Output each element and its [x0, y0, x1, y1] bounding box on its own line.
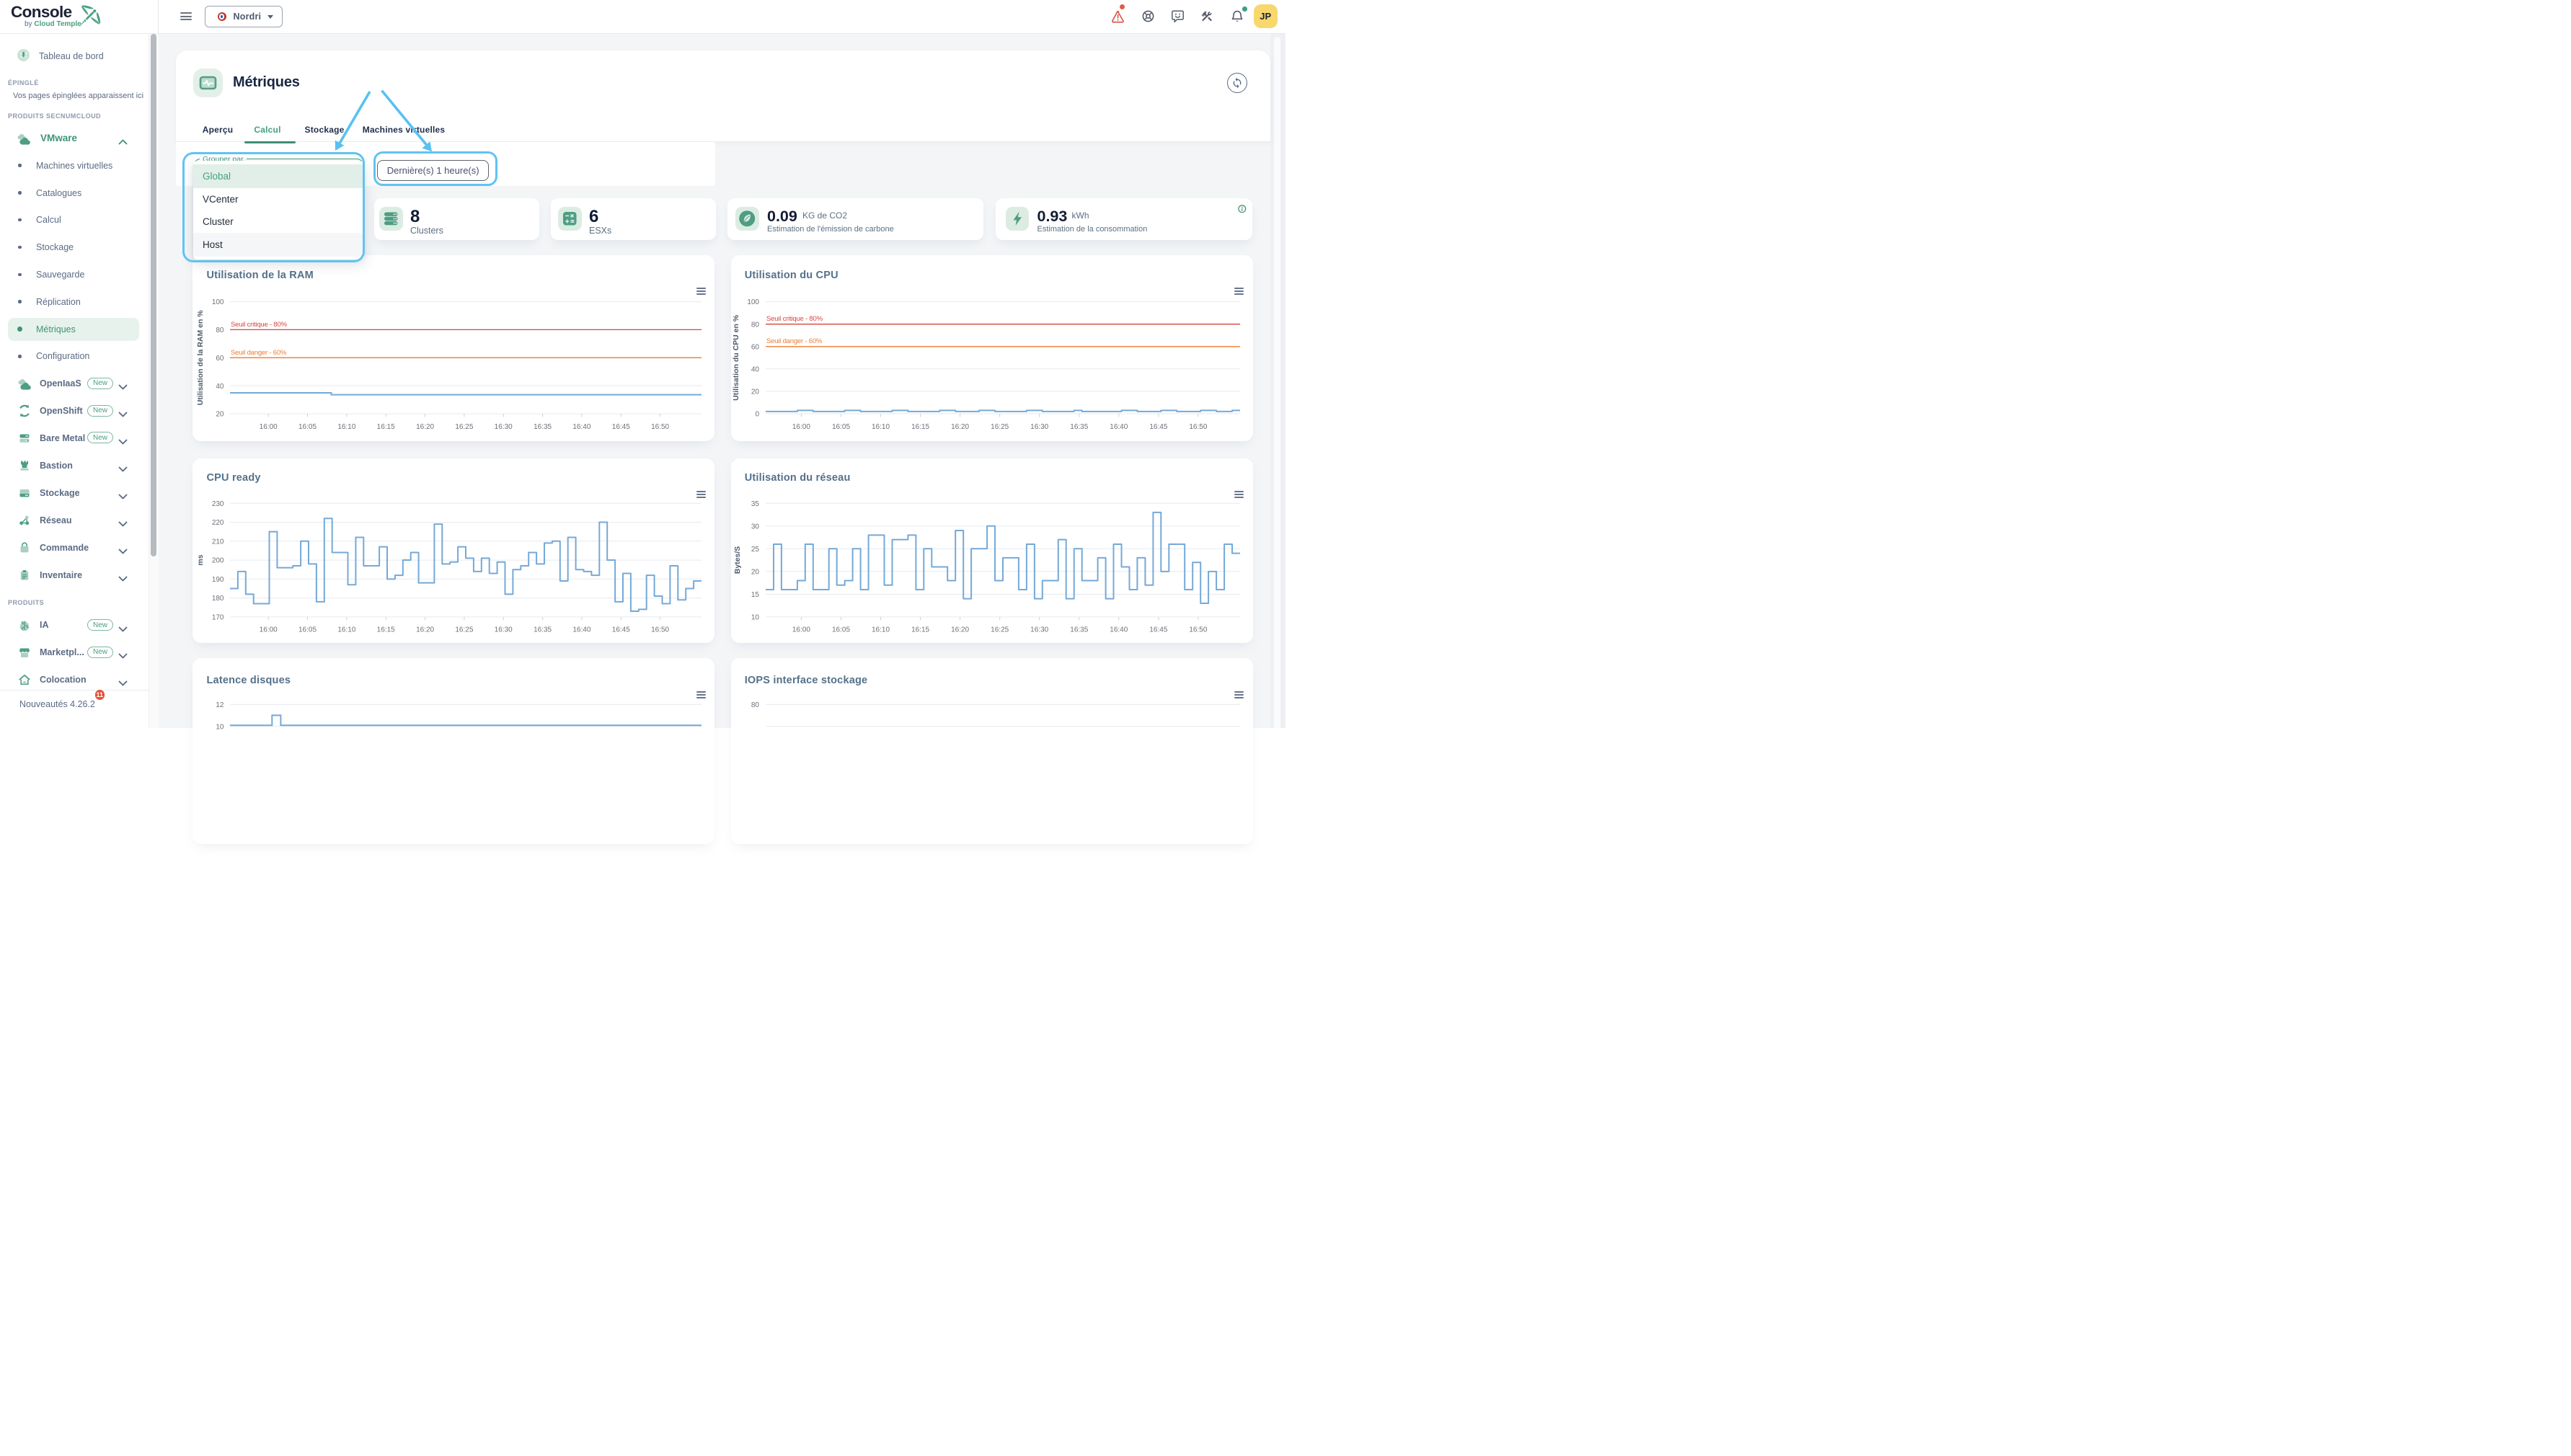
svg-text:16:20: 16:20	[416, 423, 434, 431]
svg-text:16:10: 16:10	[337, 626, 355, 634]
svg-text:190: 190	[212, 576, 224, 584]
svg-text:Utilisation de la RAM en %: Utilisation de la RAM en %	[196, 310, 205, 406]
svg-text:16:20: 16:20	[951, 626, 969, 634]
svg-text:16:25: 16:25	[455, 423, 473, 431]
svg-text:16:30: 16:30	[1030, 423, 1048, 431]
svg-text:220: 220	[212, 519, 224, 527]
svg-text:Seuil critique - 80%: Seuil critique - 80%	[231, 321, 288, 329]
svg-text:Seuil critique - 80%: Seuil critique - 80%	[766, 315, 823, 323]
svg-text:16:10: 16:10	[337, 423, 355, 431]
svg-text:170: 170	[212, 614, 224, 622]
svg-text:16:30: 16:30	[1030, 626, 1048, 634]
svg-text:16:25: 16:25	[991, 423, 1009, 431]
svg-text:16:35: 16:35	[534, 626, 552, 634]
svg-text:20: 20	[751, 568, 760, 576]
svg-text:200: 200	[212, 557, 224, 565]
svg-text:180: 180	[212, 595, 224, 603]
svg-text:16:10: 16:10	[872, 626, 890, 634]
svg-text:0: 0	[755, 411, 759, 419]
svg-text:60: 60	[751, 343, 760, 351]
svg-text:230: 230	[212, 500, 224, 508]
svg-text:16:15: 16:15	[377, 423, 395, 431]
svg-text:16:05: 16:05	[298, 626, 317, 634]
svg-text:16:30: 16:30	[495, 626, 513, 634]
svg-text:16:50: 16:50	[651, 423, 669, 431]
svg-text:16:45: 16:45	[1149, 626, 1167, 634]
svg-text:35: 35	[751, 500, 760, 508]
svg-text:80: 80	[751, 321, 760, 329]
svg-text:Utilisation du CPU en %: Utilisation du CPU en %	[732, 314, 740, 401]
svg-text:16:40: 16:40	[572, 626, 590, 634]
svg-text:16:20: 16:20	[951, 423, 969, 431]
svg-text:16:50: 16:50	[1189, 626, 1207, 634]
svg-text:16:00: 16:00	[260, 423, 278, 431]
svg-text:16:25: 16:25	[455, 626, 473, 634]
svg-text:15: 15	[751, 591, 760, 599]
svg-text:16:45: 16:45	[612, 423, 630, 431]
svg-text:16:40: 16:40	[572, 423, 590, 431]
svg-text:Bytes/S: Bytes/S	[733, 546, 742, 574]
svg-text:16:30: 16:30	[495, 423, 513, 431]
svg-text:10: 10	[216, 723, 224, 731]
svg-text:60: 60	[216, 355, 224, 363]
svg-text:16:35: 16:35	[1070, 423, 1088, 431]
svg-text:16:15: 16:15	[911, 423, 929, 431]
svg-text:16:25: 16:25	[991, 626, 1009, 634]
svg-text:ms: ms	[196, 554, 205, 565]
svg-text:20: 20	[216, 411, 224, 419]
svg-text:210: 210	[212, 538, 224, 546]
svg-text:16:05: 16:05	[832, 626, 850, 634]
svg-text:16:15: 16:15	[377, 626, 395, 634]
svg-text:10: 10	[751, 614, 760, 622]
svg-text:16:10: 16:10	[872, 423, 890, 431]
svg-text:16:50: 16:50	[651, 626, 669, 634]
svg-text:16:00: 16:00	[260, 626, 278, 634]
svg-text:16:15: 16:15	[911, 626, 929, 634]
svg-text:30: 30	[751, 523, 760, 531]
svg-text:100: 100	[747, 298, 759, 306]
svg-text:Seuil danger - 60%: Seuil danger - 60%	[766, 337, 823, 345]
svg-text:16:50: 16:50	[1189, 423, 1207, 431]
svg-text:16:45: 16:45	[612, 626, 630, 634]
svg-text:Seuil danger - 60%: Seuil danger - 60%	[231, 349, 287, 357]
svg-text:16:00: 16:00	[792, 626, 810, 634]
svg-text:16:35: 16:35	[1070, 626, 1088, 634]
svg-text:16:20: 16:20	[416, 626, 434, 634]
svg-text:100: 100	[212, 298, 224, 306]
svg-text:80: 80	[216, 327, 224, 334]
svg-text:20: 20	[751, 389, 760, 396]
svg-text:40: 40	[751, 365, 760, 373]
svg-text:80: 80	[751, 701, 760, 709]
svg-text:16:35: 16:35	[534, 423, 552, 431]
svg-text:16:00: 16:00	[792, 423, 810, 431]
svg-text:25: 25	[751, 546, 760, 554]
svg-text:16:45: 16:45	[1149, 423, 1167, 431]
svg-text:12: 12	[216, 701, 224, 709]
svg-text:16:05: 16:05	[298, 423, 317, 431]
svg-text:16:40: 16:40	[1110, 626, 1128, 634]
svg-text:16:05: 16:05	[832, 423, 850, 431]
svg-text:40: 40	[216, 383, 224, 391]
svg-text:16:40: 16:40	[1110, 423, 1128, 431]
